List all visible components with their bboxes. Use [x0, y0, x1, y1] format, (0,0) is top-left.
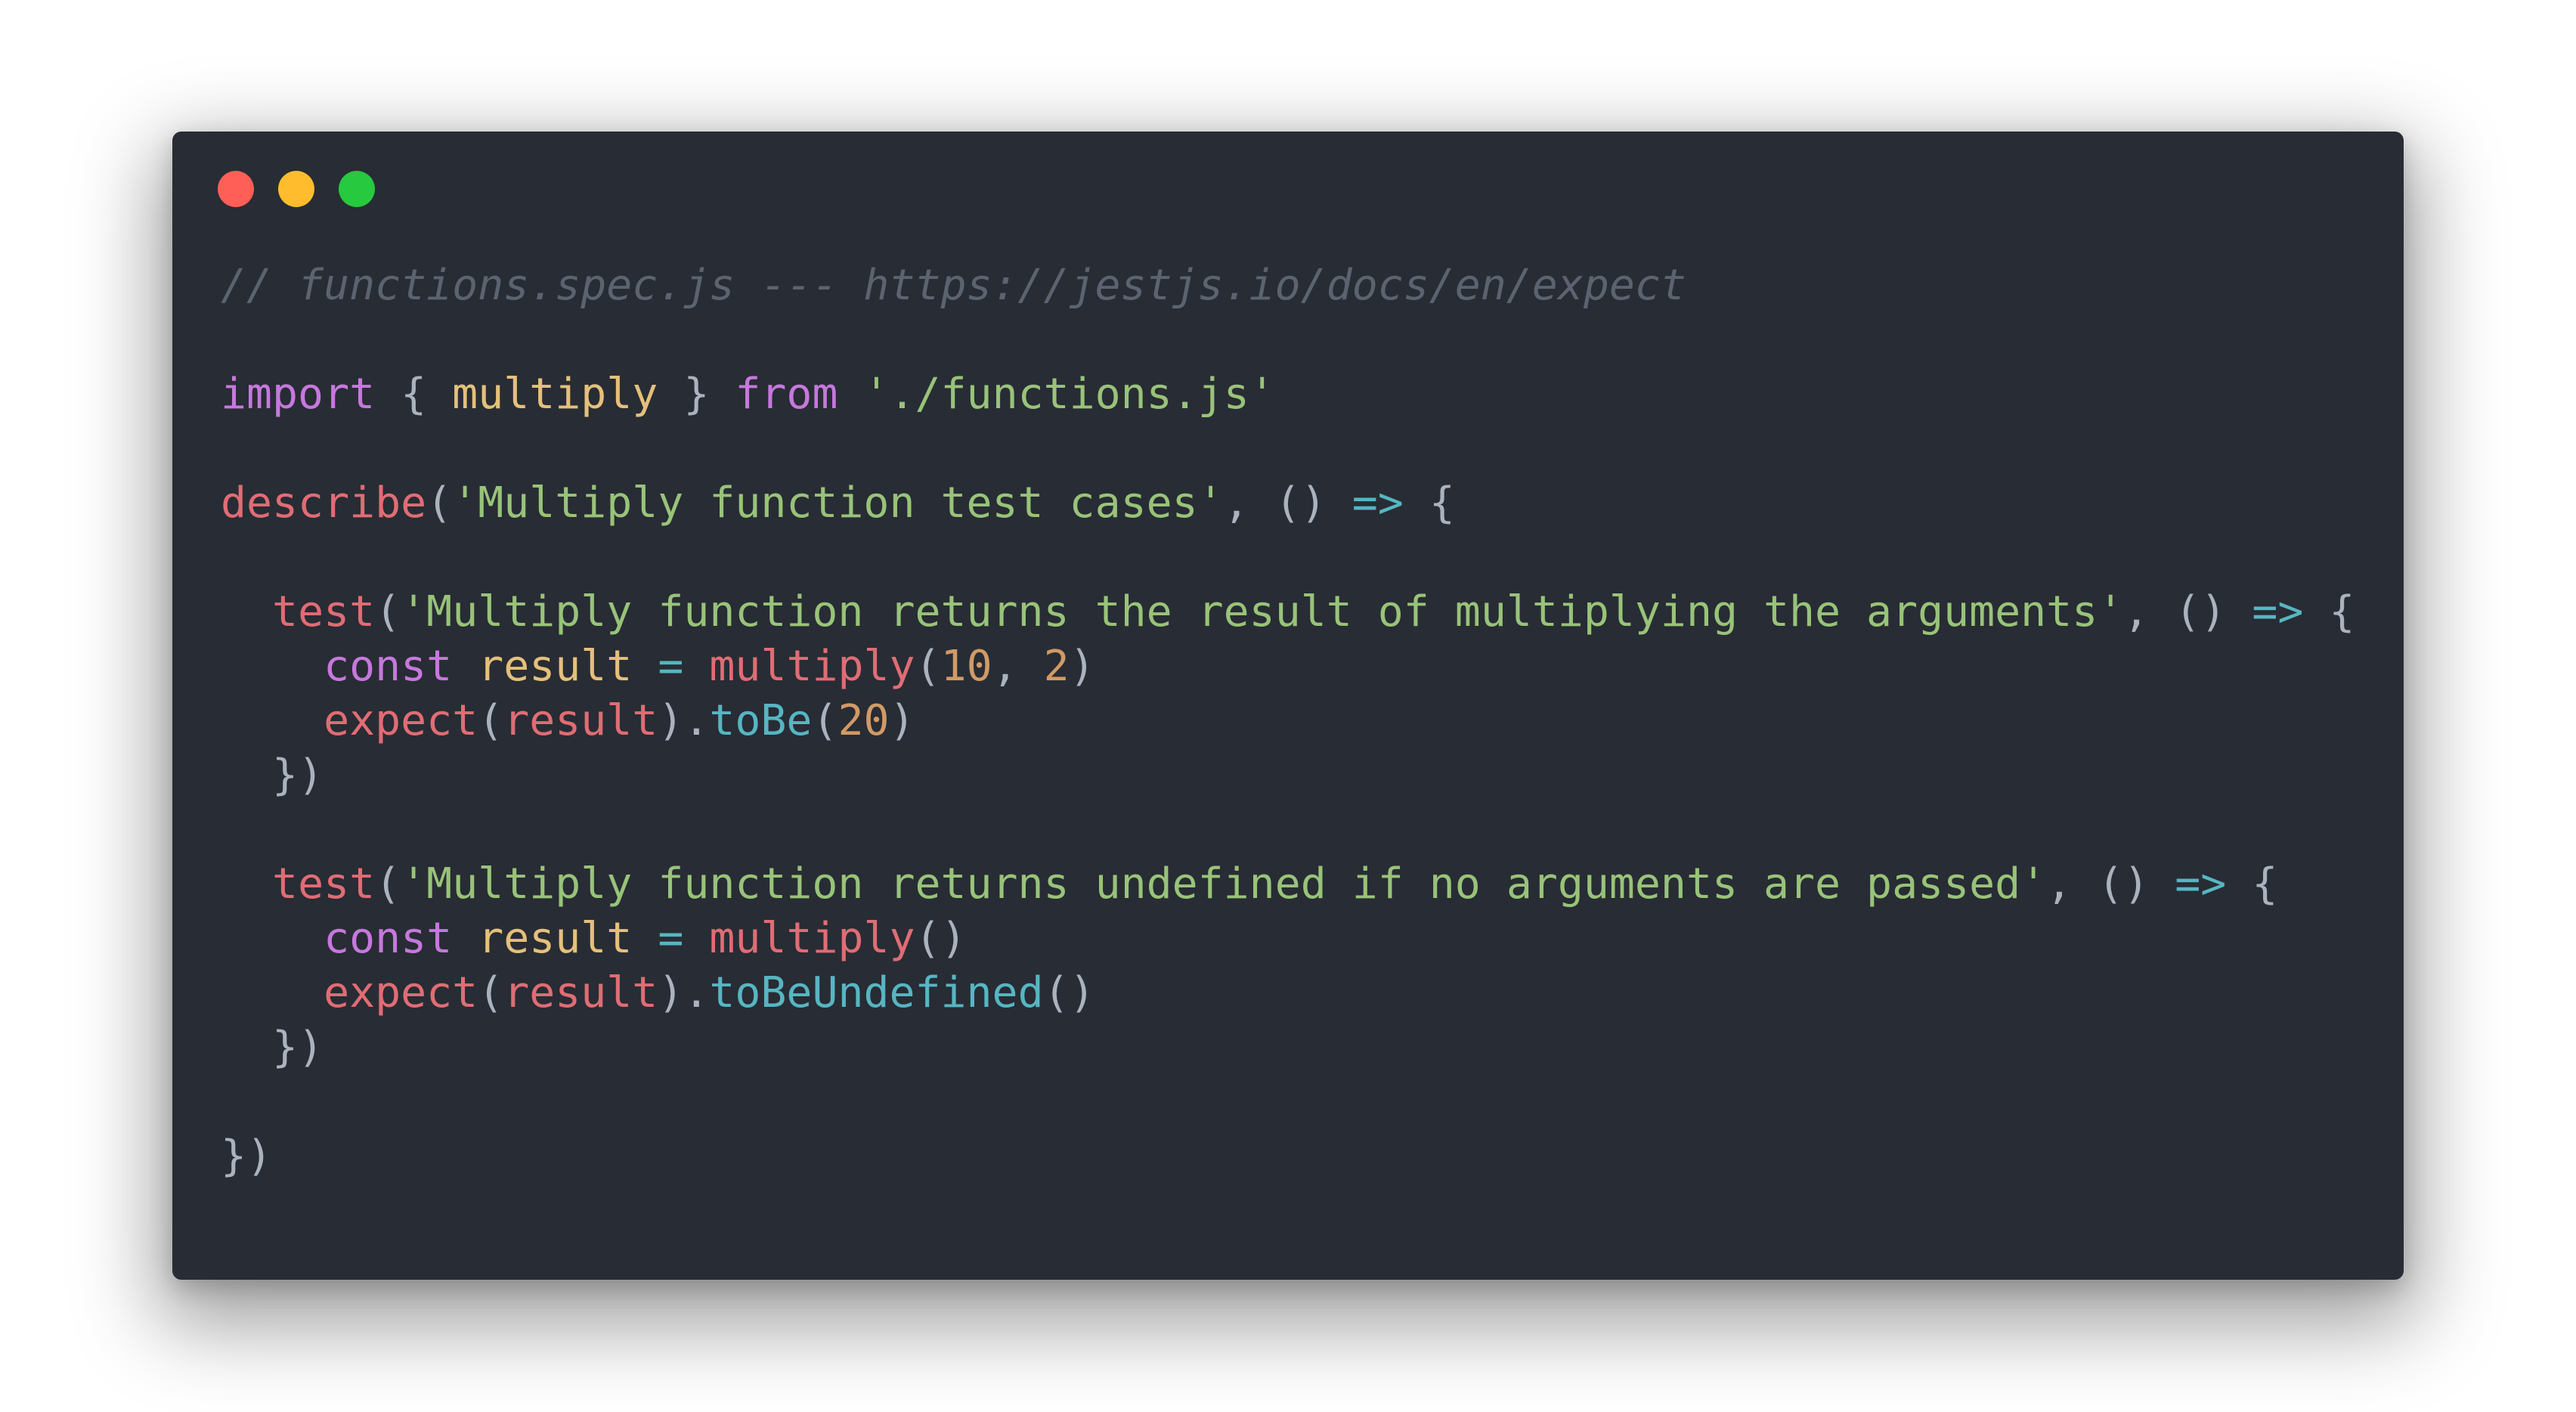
code-token-operator: =>: [1351, 478, 1404, 528]
code-token-variable: multiply: [452, 370, 658, 419]
code-token-keyword: from: [735, 370, 838, 419]
zoom-button[interactable]: [339, 171, 375, 207]
code-token-punct: , (): [2123, 587, 2252, 636]
code-token-punct: (: [375, 859, 401, 909]
code-token-punct: {: [2303, 587, 2355, 636]
code-token-comment: // functions.spec.js --- https://jestjs.…: [221, 261, 1686, 310]
code-line: // functions.spec.js --- https://jestjs.…: [221, 259, 2355, 313]
code-line: expect(result).toBeUndefined(): [221, 966, 2355, 1020]
code-token-variable: result: [478, 642, 633, 691]
code-token-function: test: [272, 587, 376, 636]
code-token-punct: (): [1043, 968, 1095, 1017]
code-token-punct: }): [221, 1023, 324, 1072]
code-token-punct: ): [889, 696, 915, 745]
code-window: // functions.spec.js --- https://jestjs.…: [172, 132, 2404, 1280]
code-token-method: toBeUndefined: [709, 968, 1044, 1017]
code-line: }): [221, 748, 2355, 803]
code-token-punct: (: [478, 696, 504, 745]
code-token-punct: ,: [992, 642, 1044, 691]
code-token-number: 2: [1043, 642, 1070, 691]
code-token-variable: result: [478, 914, 633, 963]
code-token-string: 'Multiply function test cases': [452, 478, 1224, 528]
code-token-operator: =>: [2175, 859, 2227, 909]
code-token-function: expect: [324, 968, 478, 1017]
code-line: test('Multiply function returns undefine…: [221, 857, 2355, 912]
code-token-ident: result: [503, 696, 658, 745]
code-token-operator: =: [658, 914, 684, 963]
code-token-punct: (: [812, 696, 838, 745]
code-line: const result = multiply(): [221, 912, 2355, 966]
code-token-keyword: import: [221, 370, 376, 419]
code-line: }): [221, 1020, 2355, 1075]
code-line: const result = multiply(10, 2): [221, 639, 2355, 694]
code-line: describe('Multiply function test cases',…: [221, 476, 2355, 531]
code-token-punct: , (): [2046, 859, 2175, 909]
code-token-plain: {: [375, 370, 453, 419]
code-token-punct: (): [915, 914, 967, 963]
screenshot-stage: // functions.spec.js --- https://jestjs.…: [0, 0, 2576, 1412]
code-token-function: test: [272, 859, 376, 909]
code-token-function: multiply: [709, 914, 915, 963]
code-token-ident: result: [503, 968, 658, 1017]
code-token-keyword: const: [324, 914, 453, 963]
code-token-punct: (: [426, 478, 453, 528]
code-token-function: describe: [221, 478, 427, 528]
code-token-punct: ).: [658, 968, 710, 1017]
code-token-string: 'Multiply function returns undefined if …: [401, 859, 2047, 909]
code-token-keyword: const: [324, 642, 453, 691]
code-token-operator: =: [658, 642, 684, 691]
code-token-punct: }): [221, 1132, 273, 1181]
code-token-method: toBe: [709, 696, 813, 745]
code-token-string: './functions.js': [863, 370, 1275, 419]
code-token-function: multiply: [709, 642, 915, 691]
code-token-punct: (: [915, 642, 941, 691]
code-token-punct: }): [221, 751, 324, 800]
code-token-punct: (: [375, 587, 401, 636]
code-token-function: expect: [324, 696, 478, 745]
code-token-punct: ): [1069, 642, 1095, 691]
code-token-punct: {: [1403, 478, 1455, 528]
minimize-button[interactable]: [278, 171, 314, 207]
code-token-number: 10: [940, 642, 992, 691]
code-line: test('Multiply function returns the resu…: [221, 585, 2355, 639]
code-token-punct: (: [478, 968, 504, 1017]
code-block: // functions.spec.js --- https://jestjs.…: [221, 259, 2355, 1184]
code-line: }): [221, 1129, 2355, 1184]
code-token-punct: ).: [658, 696, 710, 745]
code-token-string: 'Multiply function returns the result of…: [401, 587, 2124, 636]
code-line: expect(result).toBe(20): [221, 694, 2355, 748]
code-token-plain: }: [658, 370, 735, 419]
code-token-punct: , (): [1223, 478, 1352, 528]
close-button[interactable]: [218, 171, 254, 207]
code-token-operator: =>: [2252, 587, 2304, 636]
code-token-punct: {: [2226, 859, 2278, 909]
code-token-number: 20: [838, 696, 890, 745]
code-line: import { multiply } from './functions.js…: [221, 367, 2355, 422]
